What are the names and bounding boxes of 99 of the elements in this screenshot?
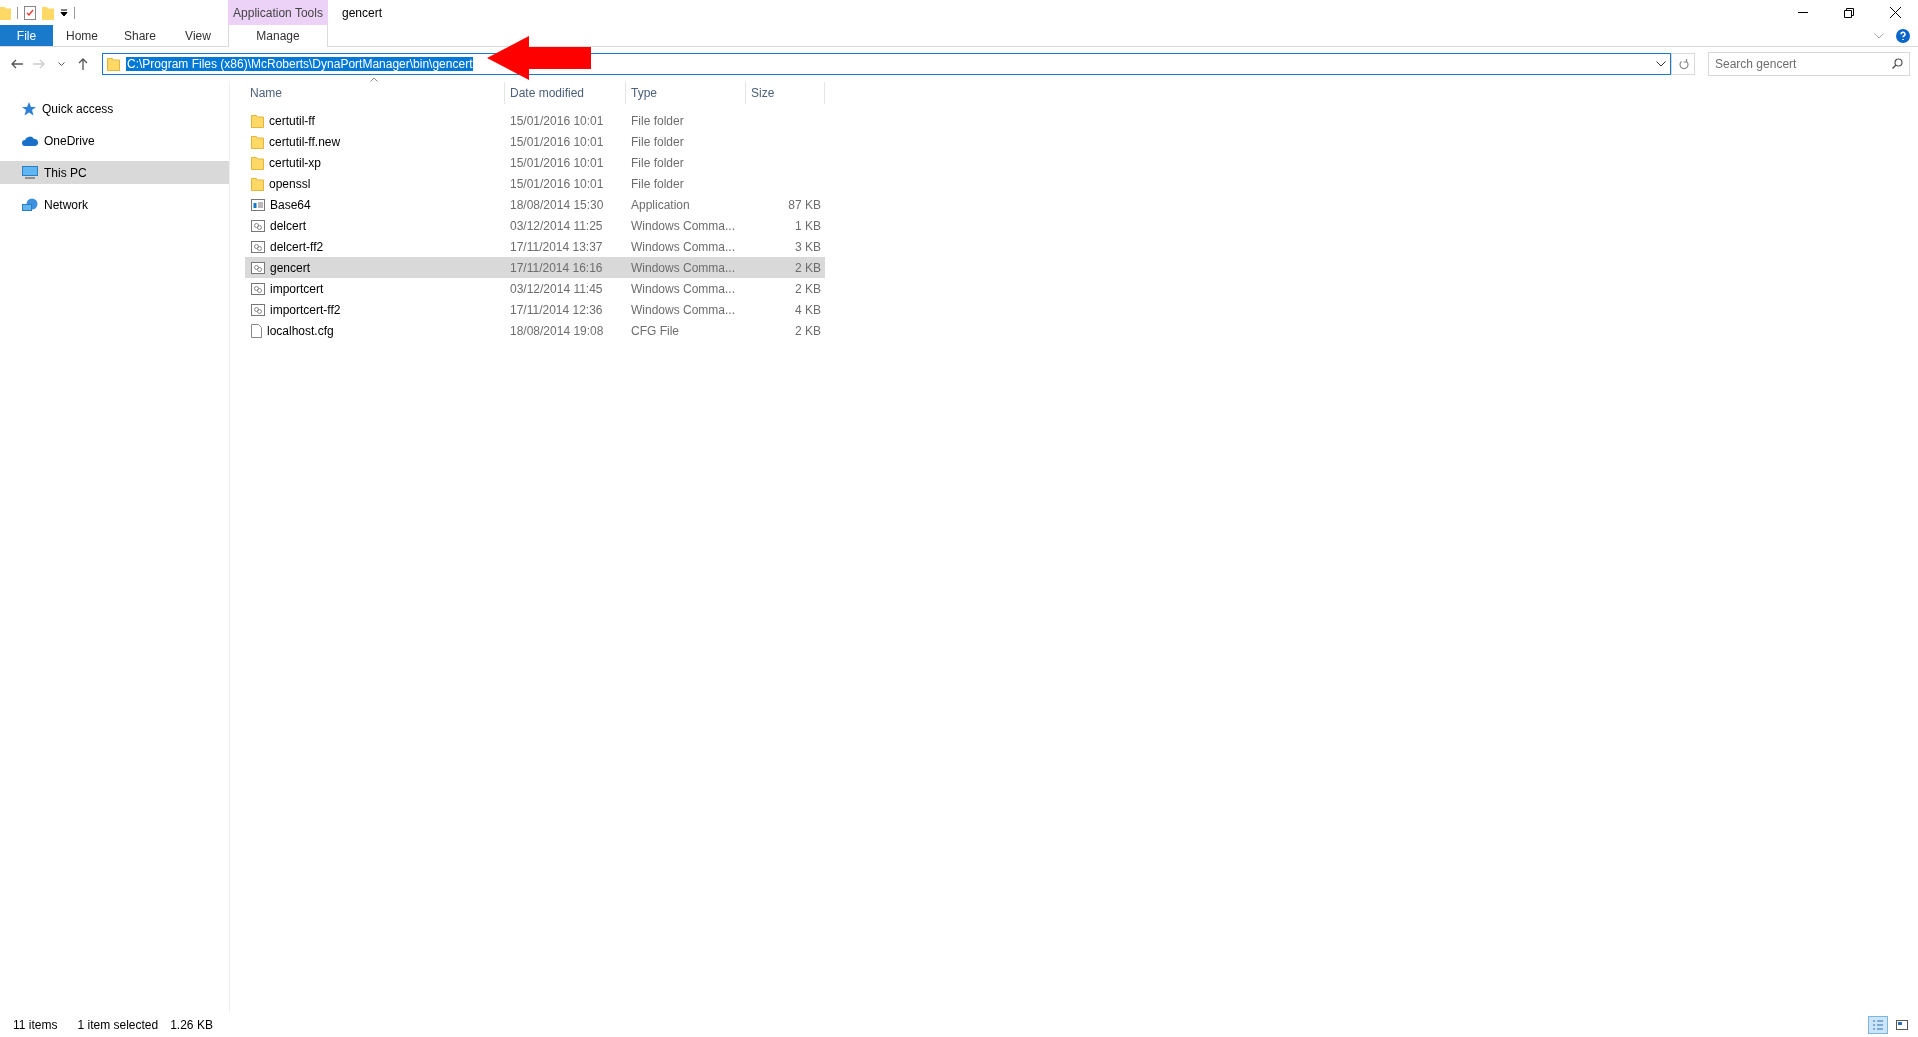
size-cell-text: 2 KB [794, 281, 822, 296]
application-icon [251, 198, 265, 211]
back-arrow-icon[interactable] [11, 59, 23, 69]
file-row[interactable]: certutil-xp 15/01/2016 10:01 File folder [245, 152, 825, 173]
selection-size: 1.26 KB [170, 1018, 213, 1032]
date-cell-text: 15/01/2016 10:01 [509, 113, 605, 128]
date-cell-text: 03/12/2014 11:25 [509, 218, 604, 233]
column-header[interactable]: Type [626, 82, 746, 104]
size-cell-text: 2 KB [794, 260, 822, 275]
folder-icon [107, 57, 120, 71]
type-cell-text: File folder [630, 176, 685, 191]
sidebar-item[interactable]: This PC [0, 161, 229, 184]
file-row[interactable]: delcert 03/12/2014 11:25 Windows Comma... 1 KB [245, 215, 825, 236]
gears-file-icon [251, 240, 265, 253]
file-name: delcert [270, 218, 307, 233]
file-row[interactable]: delcert-ff2 17/11/2014 13:37 Windows Comma... 3 KB [245, 236, 825, 257]
search-icon [1892, 58, 1903, 69]
file-row[interactable]: certutil-ff.new 15/01/2016 10:01 File folder [245, 131, 825, 152]
date-cell-text: 18/08/2014 15:30 [509, 197, 605, 212]
date-cell-text: 17/11/2014 13:37 [509, 239, 604, 254]
date-cell-text: 15/01/2016 10:01 [509, 134, 605, 149]
column-header[interactable]: Date modified [505, 82, 626, 104]
size-cell-text: 2 KB [794, 323, 822, 338]
column-header[interactable]: Name [245, 82, 505, 104]
sidebar-item[interactable]: Quick access [0, 97, 229, 120]
help-icon[interactable] [1896, 28, 1910, 43]
folder-icon [251, 113, 264, 128]
folder-icon [251, 176, 264, 191]
type-cell-text: Windows Comma... [630, 302, 737, 317]
size-cell-text: 4 KB [794, 302, 822, 317]
date-cell-text: 15/01/2016 10:01 [509, 176, 605, 191]
file-name: importcert-ff2 [270, 302, 341, 317]
large-icons-icon[interactable] [1896, 1020, 1908, 1030]
size-cell-text: 3 KB [794, 239, 822, 254]
window-title: gencert [341, 4, 384, 22]
address-path: C:\Program Files (x86)\McRoberts\DynaPortManager\bin\gencert [126, 57, 474, 71]
file-name: certutil-ff [269, 113, 315, 128]
restore-icon[interactable] [1844, 7, 1854, 18]
type-cell-text: File folder [630, 155, 685, 170]
gears-file-icon [251, 261, 265, 274]
file-row[interactable]: gencert 17/11/2014 16:16 Windows Comma... 2 KB [245, 257, 825, 278]
date-cell-text: 17/11/2014 16:16 [509, 260, 604, 275]
type-cell-text: Windows Comma... [630, 281, 737, 296]
file-name: delcert-ff2 [270, 239, 324, 254]
file-name: gencert [270, 260, 311, 275]
cloud-icon [22, 135, 38, 146]
type-cell-text: Windows Comma... [630, 239, 737, 254]
file-name: openssl [269, 176, 311, 191]
folder-icon [0, 5, 11, 20]
type-cell-text: File folder [630, 134, 685, 149]
chevron-icon[interactable] [1656, 61, 1666, 67]
file-row[interactable]: localhost.cfg 18/08/2014 19:08 CFG File 2 KB [245, 320, 825, 341]
date-cell-text: 17/11/2014 12:36 [509, 302, 604, 317]
selection-count: 1 item selected [77, 1018, 159, 1032]
caret-icon[interactable] [57, 62, 65, 66]
gears-file-icon [251, 219, 265, 232]
type-cell-text: Windows Comma... [630, 260, 737, 275]
item-count: 11 items [13, 1018, 58, 1032]
size-cell-text: 87 KB [787, 197, 822, 212]
date-cell-text: 18/08/2014 19:08 [509, 323, 605, 338]
sidebar-item[interactable]: OneDrive [0, 129, 229, 152]
network-icon [22, 197, 38, 212]
type-cell-text: CFG File [630, 323, 680, 338]
close-icon[interactable] [1889, 7, 1901, 18]
file-row[interactable]: certutil-ff 15/01/2016 10:01 File folder [245, 110, 825, 131]
gears-file-icon [251, 282, 265, 295]
type-cell-text: Windows Comma... [630, 218, 737, 233]
up-arrow-icon[interactable] [78, 58, 88, 70]
folder-icon [251, 155, 264, 170]
refresh-icon[interactable] [1677, 58, 1689, 70]
type-cell-text: Application [630, 197, 691, 212]
ribbon-tab[interactable]: Manage [228, 25, 328, 47]
file-row[interactable]: Base64 18/08/2014 15:30 Application 87 KB [245, 194, 825, 215]
properties-icon[interactable] [24, 5, 36, 20]
column-header[interactable]: Size [746, 82, 825, 104]
file-name: importcert [270, 281, 324, 296]
date-cell-text: 03/12/2014 11:45 [509, 281, 604, 296]
type-cell-text: File folder [630, 113, 685, 128]
refresh-button[interactable] [1671, 53, 1695, 75]
folder-icon [251, 134, 264, 149]
file-row[interactable]: importcert 03/12/2014 11:45 Windows Comma... 2 KB [245, 278, 825, 299]
date-cell-text: 15/01/2016 10:01 [509, 155, 605, 170]
gears-file-icon [251, 303, 265, 316]
context-tab-group: Application Tools [228, 0, 328, 25]
file-name: Base64 [270, 197, 311, 212]
file-row[interactable]: importcert-ff2 17/11/2014 12:36 Windows Comma... 4 KB [245, 299, 825, 320]
caret-icon[interactable] [60, 8, 68, 17]
search-field[interactable]: Search gencert [1708, 52, 1910, 76]
file-name: certutil-ff.new [269, 134, 341, 149]
sort-up-icon [370, 77, 378, 82]
document-icon [251, 323, 262, 338]
ribbon-tab[interactable]: File [0, 25, 53, 46]
file-row[interactable]: openssl 15/01/2016 10:01 File folder [245, 173, 825, 194]
monitor-icon [22, 166, 38, 179]
file-name: localhost.cfg [267, 323, 334, 338]
star-icon [22, 101, 36, 116]
file-name: certutil-xp [269, 155, 321, 170]
sidebar-item[interactable]: Network [0, 193, 229, 216]
size-cell-text: 1 KB [794, 218, 822, 233]
